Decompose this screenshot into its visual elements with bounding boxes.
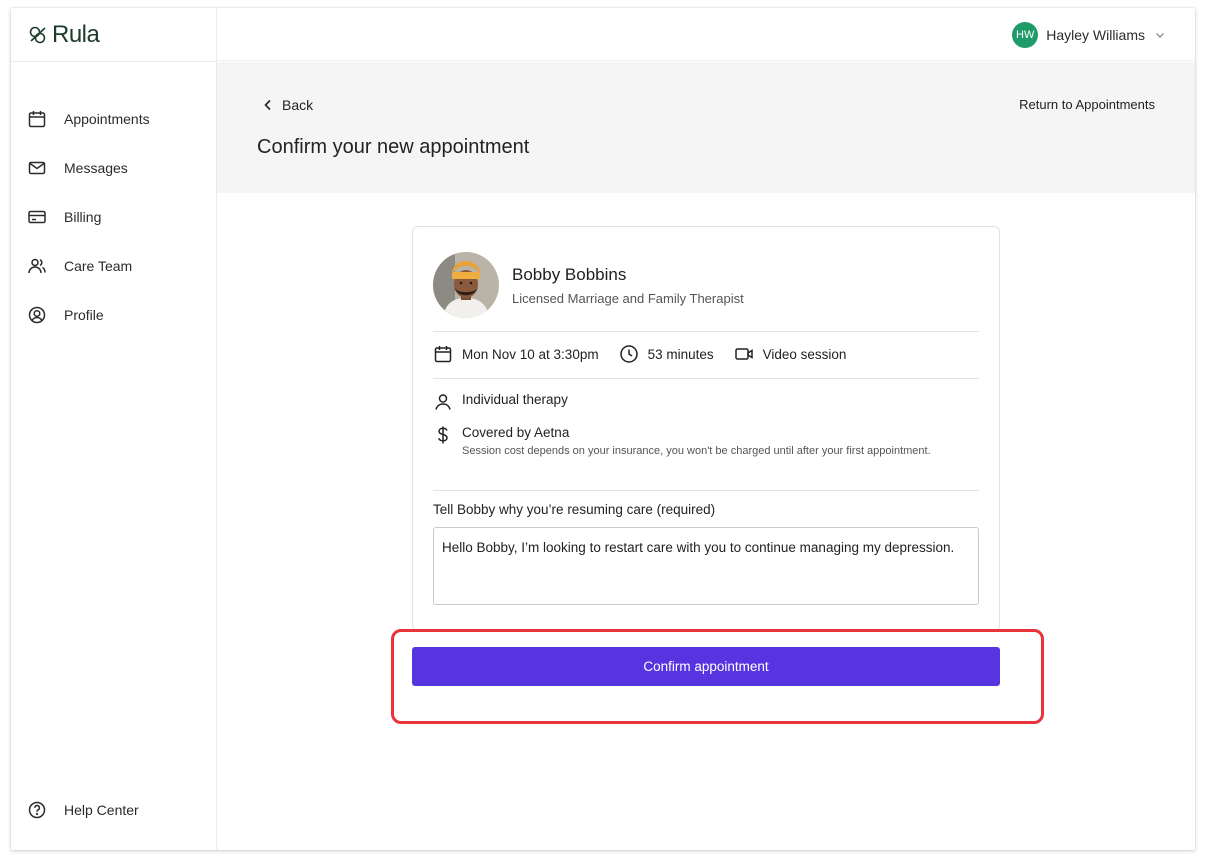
credit-card-icon [28,210,46,223]
return-to-appointments-link[interactable]: Return to Appointments [1019,97,1155,112]
user-menu[interactable]: HW Hayley Williams [1012,22,1165,48]
appointment-duration: 53 minutes [619,344,714,364]
sidebar-item-label: Appointments [64,110,150,127]
back-label: Back [282,97,314,113]
card-divider [433,490,979,491]
sidebar-divider [11,61,217,62]
mail-icon [28,161,46,174]
dollar-icon [437,426,448,444]
sidebar-item-label: Billing [64,208,102,225]
therapist-text: Bobby Bobbins Licensed Marriage and Fami… [512,265,744,306]
sidebar-item-label: Messages [64,159,128,176]
sidebar-item-messages[interactable]: Messages [11,143,217,192]
appointment-session-type: Video session [734,344,847,364]
appointment-datetime: Mon Nov 10 at 3:30pm [433,344,599,364]
chevron-left-icon [264,99,271,111]
therapist-info: Bobby Bobbins Licensed Marriage and Fami… [433,252,744,318]
reason-textarea[interactable]: Hello Bobby, I’m looking to restart care… [433,527,979,605]
video-camera-icon [734,348,753,360]
therapy-type-text: Individual therapy [462,392,568,407]
people-icon [28,258,46,273]
card-divider [433,378,979,379]
help-icon [28,801,46,819]
therapy-type: Individual therapy [433,392,568,412]
person-icon [435,394,451,410]
app-window: Rula Appointments Messages Billing Care … [11,8,1195,850]
confirm-appointment-button[interactable]: Confirm appointment [412,647,1000,686]
user-circle-icon [28,306,46,323]
sidebar-item-label: Profile [64,306,104,323]
calendar-icon [28,110,46,127]
therapist-photo [433,252,499,318]
card-divider [433,331,979,332]
sidebar-item-appointments[interactable]: Appointments [11,94,217,143]
therapist-role: Licensed Marriage and Family Therapist [512,290,744,306]
duration-text: 53 minutes [647,346,714,362]
avatar: HW [1012,22,1039,48]
page-header: Back Return to Appointments Confirm your… [217,62,1195,193]
logo-text: Rula [52,21,100,48]
coverage-info: Covered by Aetna Session cost depends on… [433,425,932,459]
coverage-note: Session cost depends on your insurance, … [462,445,931,457]
sidebar-item-label: Care Team [64,257,133,274]
datetime-text: Mon Nov 10 at 3:30pm [462,346,599,362]
sidebar-item-profile[interactable]: Profile [11,290,217,339]
session-type-text: Video session [762,346,847,362]
appointment-card: Bobby Bobbins Licensed Marriage and Fami… [412,226,1000,631]
topbar: HW Hayley Williams [217,8,1195,61]
calendar-icon [434,346,452,363]
chevron-down-icon [1156,33,1164,38]
coverage-text: Covered by Aetna [462,425,570,440]
help-center-link[interactable]: Help Center [11,800,139,820]
therapist-avatar-image [433,252,499,318]
appointment-meta: Mon Nov 10 at 3:30pm 53 minutes Video se… [433,344,866,364]
rula-logo-icon [29,26,46,44]
coverage-text-block: Covered by Aetna Session cost depends on… [462,425,932,459]
page-title: Confirm your new appointment [257,136,530,158]
clock-icon [619,345,638,363]
therapist-name: Bobby Bobbins [512,264,627,284]
help-center-label: Help Center [64,802,139,818]
sidebar-item-care-team[interactable]: Care Team [11,241,217,290]
user-name: Hayley Williams [1046,27,1145,43]
sidebar: Rula Appointments Messages Billing Care … [11,8,217,850]
rula-logo[interactable]: Rula [27,21,100,48]
sidebar-nav: Appointments Messages Billing Care Team [11,94,217,339]
reason-label: Tell Bobby why you’re resuming care (req… [433,502,716,517]
back-button[interactable]: Back [262,97,313,113]
sidebar-item-billing[interactable]: Billing [11,192,217,241]
